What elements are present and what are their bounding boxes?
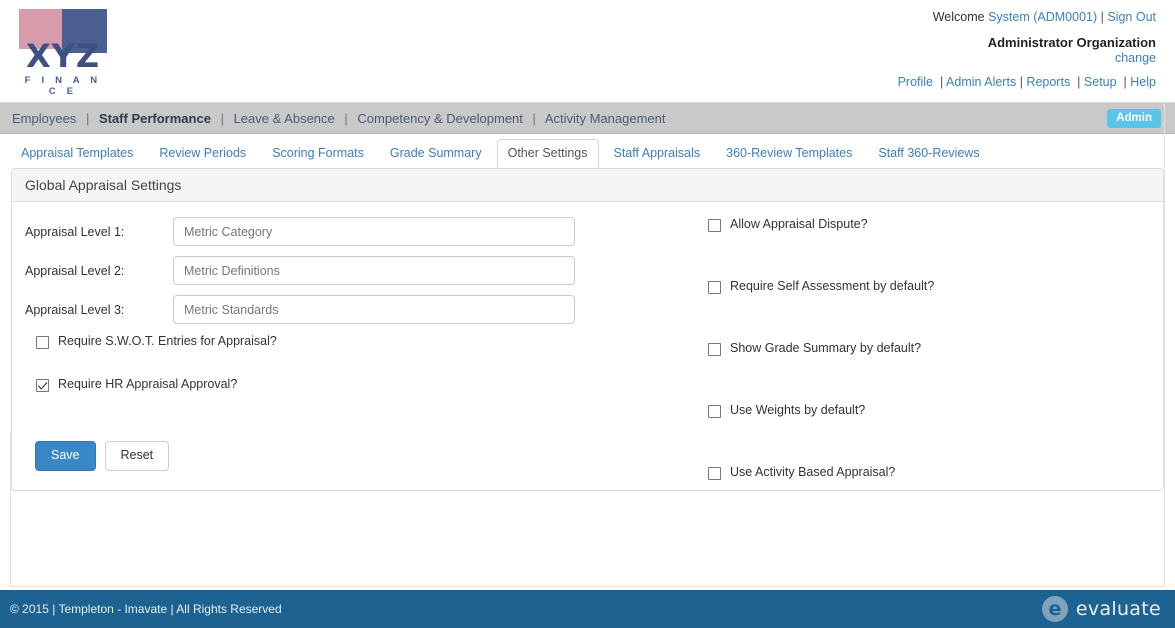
divider: |	[1100, 10, 1104, 24]
form-row: Appraisal Level 1:	[25, 212, 575, 251]
tab-staff-appraisals[interactable]: Staff Appraisals	[603, 139, 712, 169]
logo-tagline: F I N A N C E	[24, 75, 102, 97]
form-row: Appraisal Level 3:	[25, 290, 575, 329]
appraisal-level-1-input[interactable]	[173, 217, 575, 246]
page-left-border	[10, 430, 11, 586]
tab-bar: Appraisal Templates Review Periods Scori…	[0, 134, 1175, 169]
appraisal-level-3-input[interactable]	[173, 295, 575, 324]
checkbox-self-assessment[interactable]	[708, 281, 721, 294]
header-link-admin-alerts[interactable]: Admin Alerts	[946, 75, 1016, 89]
checkbox-row-activity-based[interactable]: Use Activity Based Appraisal?	[708, 465, 934, 480]
evaluate-circle-icon	[1041, 596, 1068, 622]
tab-360-review-templates[interactable]: 360-Review Templates	[715, 139, 863, 169]
sign-out-link[interactable]: Sign Out	[1107, 10, 1156, 24]
welcome-label: Welcome	[932, 10, 985, 24]
footer-copyright: © 2015 | Templeton - Imavate | All Right…	[10, 602, 282, 616]
nav-item-employees[interactable]: Employees	[12, 111, 76, 126]
appraisal-level-3-label: Appraisal Level 3:	[25, 302, 125, 317]
checkbox-label-hr-approval: Require HR Appraisal Approval?	[58, 377, 238, 391]
page-root: XYZ F I N A N C E Welcome System (ADM000…	[0, 0, 1175, 628]
divider: |	[1019, 75, 1023, 89]
checkbox-row-hr-approval[interactable]: Require HR Appraisal Approval?	[36, 377, 277, 392]
global-appraisal-settings-panel: Global Appraisal Settings Appraisal Leve…	[11, 168, 1164, 491]
tab-grade-summary[interactable]: Grade Summary	[379, 139, 493, 169]
checkbox-label-swot-entries: Require S.W.O.T. Entries for Appraisal?	[58, 334, 277, 348]
content-area: Global Appraisal Settings Appraisal Leve…	[0, 168, 1175, 491]
appraisal-level-1-label: Appraisal Level 1:	[25, 224, 125, 239]
checkbox-label-use-weights: Use Weights by default?	[730, 403, 866, 417]
header-link-profile[interactable]: Profile	[898, 75, 933, 89]
left-checkbox-group: Require S.W.O.T. Entries for Appraisal? …	[36, 334, 277, 420]
divider: |	[1073, 75, 1081, 89]
user-name-link[interactable]: System (ADM0001)	[988, 10, 1097, 24]
logo-wordmark: XYZ	[25, 37, 101, 75]
appraisal-level-2-input[interactable]	[173, 256, 575, 285]
divider: |	[220, 111, 224, 126]
divider: |	[1120, 75, 1127, 89]
main-nav-items: Employees | Staff Performance | Leave & …	[12, 103, 666, 134]
tab-other-settings[interactable]: Other Settings	[496, 139, 599, 169]
tab-list: Appraisal Templates Review Periods Scori…	[10, 134, 1175, 169]
form-actions: Save Reset	[35, 441, 170, 471]
evaluate-logo: evaluate	[1041, 596, 1161, 622]
checkbox-grade-summary[interactable]	[708, 343, 721, 356]
page-header: XYZ F I N A N C E Welcome System (ADM000…	[0, 0, 1175, 103]
divider: |	[344, 111, 348, 126]
checkbox-row-swot-entries[interactable]: Require S.W.O.T. Entries for Appraisal?	[36, 334, 277, 349]
page-bottom-border	[10, 586, 1165, 587]
nav-item-staff-performance[interactable]: Staff Performance	[99, 111, 211, 126]
header-links: Profile | Admin Alerts | Reports | Setup…	[898, 75, 1156, 89]
tab-review-periods[interactable]: Review Periods	[148, 139, 257, 169]
nav-item-leave-absence[interactable]: Leave & Absence	[234, 111, 335, 126]
checkbox-hr-approval[interactable]	[36, 379, 49, 392]
divider: |	[532, 111, 536, 126]
panel-body: Appraisal Level 1: Appraisal Level 2: Ap…	[12, 202, 1163, 490]
tab-scoring-formats[interactable]: Scoring Formats	[261, 139, 375, 169]
change-organization-link[interactable]: change	[1115, 51, 1156, 65]
header-link-help[interactable]: Help	[1130, 75, 1156, 89]
appraisal-level-2-label: Appraisal Level 2:	[25, 263, 125, 278]
checkbox-row-self-assessment[interactable]: Require Self Assessment by default?	[708, 279, 934, 294]
panel-title: Global Appraisal Settings	[12, 169, 1163, 202]
appraisal-level-fields: Appraisal Level 1: Appraisal Level 2: Ap…	[25, 212, 575, 329]
header-right: Welcome System (ADM0001) | Sign Out Admi…	[898, 10, 1156, 89]
checkbox-label-allow-dispute: Allow Appraisal Dispute?	[730, 217, 868, 231]
tab-staff-360-reviews[interactable]: Staff 360-Reviews	[867, 139, 990, 169]
page-right-border	[1164, 103, 1165, 586]
divider: |	[85, 111, 90, 126]
divider: |	[936, 75, 944, 89]
form-row: Appraisal Level 2:	[25, 251, 575, 290]
checkbox-swot-entries[interactable]	[36, 336, 49, 349]
admin-badge[interactable]: Admin	[1107, 109, 1161, 128]
company-logo[interactable]: XYZ F I N A N C E	[19, 9, 107, 97]
welcome-line: Welcome System (ADM0001) | Sign Out	[898, 10, 1156, 24]
tab-appraisal-templates[interactable]: Appraisal Templates	[10, 139, 144, 169]
header-link-setup[interactable]: Setup	[1084, 75, 1117, 89]
evaluate-brand-text: evaluate	[1075, 598, 1161, 620]
main-navigation: Employees | Staff Performance | Leave & …	[0, 103, 1175, 134]
checkbox-row-grade-summary[interactable]: Show Grade Summary by default?	[708, 341, 934, 356]
change-org-row: change	[898, 51, 1156, 65]
checkbox-row-use-weights[interactable]: Use Weights by default?	[708, 403, 934, 418]
save-button[interactable]: Save	[35, 441, 96, 471]
checkbox-row-allow-dispute[interactable]: Allow Appraisal Dispute?	[708, 217, 934, 232]
checkbox-label-self-assessment: Require Self Assessment by default?	[730, 279, 935, 293]
nav-item-activity-management[interactable]: Activity Management	[545, 111, 666, 126]
checkbox-allow-dispute[interactable]	[708, 219, 721, 232]
organization-name: Administrator Organization	[987, 35, 1156, 50]
checkbox-use-weights[interactable]	[708, 405, 721, 418]
page-footer: © 2015 | Templeton - Imavate | All Right…	[0, 590, 1175, 628]
checkbox-activity-based[interactable]	[708, 467, 721, 480]
header-link-reports[interactable]: Reports	[1026, 75, 1070, 89]
nav-item-competency-development[interactable]: Competency & Development	[357, 111, 522, 126]
checkbox-label-grade-summary: Show Grade Summary by default?	[730, 341, 922, 355]
reset-button[interactable]: Reset	[104, 441, 170, 471]
checkbox-label-activity-based: Use Activity Based Appraisal?	[730, 465, 896, 479]
right-checkbox-group: Allow Appraisal Dispute? Require Self As…	[708, 217, 934, 527]
